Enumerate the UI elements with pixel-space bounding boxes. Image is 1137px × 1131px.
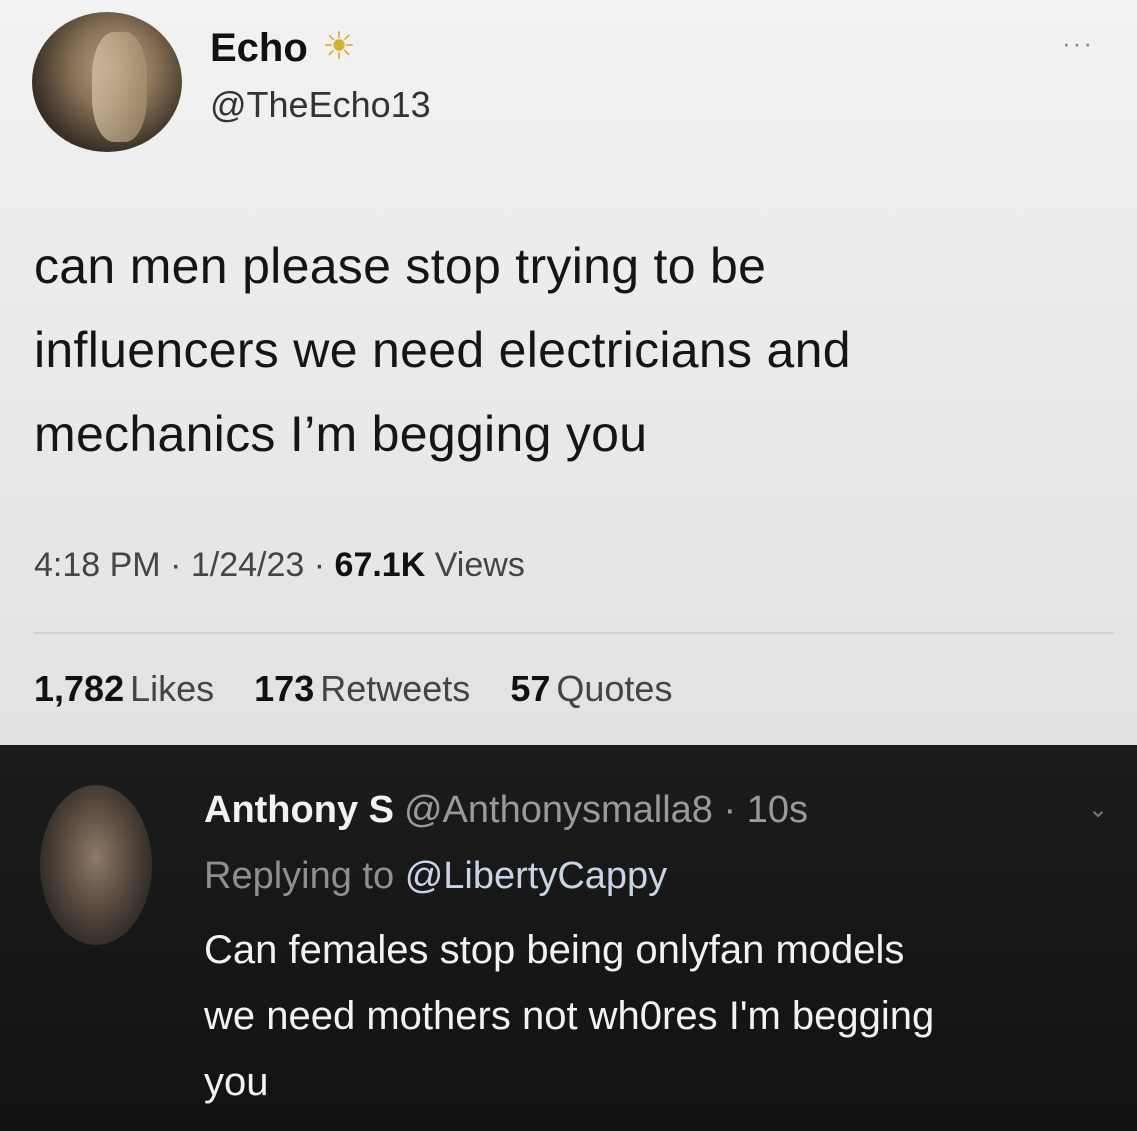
quotes-stat[interactable]: 57 Quotes xyxy=(510,668,672,709)
separator: · xyxy=(313,546,326,584)
tweet-time[interactable]: 4:18 PM xyxy=(34,546,161,584)
reply-user-handle[interactable]: @Anthonysmalla8 xyxy=(404,789,713,831)
reply-avatar[interactable] xyxy=(40,785,152,945)
more-options-icon[interactable]: ··· xyxy=(1062,28,1094,59)
tweet-text: can men please stop trying to be influen… xyxy=(34,224,1104,476)
reply-display-name[interactable]: Anthony S xyxy=(204,789,394,831)
sun-icon: ☀ xyxy=(322,26,357,68)
separator: · xyxy=(170,546,182,584)
reply-text-line: we need mothers not wh0res I'm begging xyxy=(204,994,935,1038)
display-name[interactable]: Echo xyxy=(210,26,308,71)
retweets-stat[interactable]: 173 Retweets xyxy=(254,668,480,709)
original-tweet: Echo ☀ @TheEcho13 ··· can men please sto… xyxy=(0,0,1137,745)
quotes-count: 57 xyxy=(510,668,551,709)
replying-prefix: Replying to xyxy=(204,855,395,897)
retweets-count: 173 xyxy=(254,668,315,709)
divider xyxy=(34,632,1114,634)
reply-header: Anthony S @Anthonysmalla8 · 10s xyxy=(204,789,808,832)
retweets-label: Retweets xyxy=(320,668,471,709)
chevron-down-icon[interactable]: ⌄ xyxy=(1088,795,1108,824)
reply-text: Can females stop being onlyfan models we… xyxy=(204,917,1104,1115)
reply-text-line: you xyxy=(204,1060,269,1104)
likes-stat[interactable]: 1,782 Likes xyxy=(34,668,224,709)
replying-to: Replying to @LibertyCappy xyxy=(204,855,667,898)
replying-mention[interactable]: @LibertyCappy xyxy=(405,855,667,897)
tweet-text-line: mechanics I’m begging you xyxy=(34,406,648,462)
views-count: 67.1K xyxy=(334,546,426,584)
likes-label: Likes xyxy=(130,668,215,709)
user-handle[interactable]: @TheEcho13 xyxy=(210,84,431,126)
reply-age: 10s xyxy=(746,789,809,831)
quotes-label: Quotes xyxy=(556,668,673,709)
likes-count: 1,782 xyxy=(34,668,125,709)
avatar[interactable] xyxy=(32,12,182,152)
tweet-text-line: influencers we need electricians and xyxy=(34,322,851,378)
tweet-text-line: can men please stop trying to be xyxy=(34,238,767,294)
separator: · xyxy=(723,789,737,831)
tweet-meta: 4:18 PM · 1/24/23 · 67.1K Views xyxy=(34,546,525,585)
views-label: Views xyxy=(434,546,525,584)
reply-text-line: Can females stop being onlyfan models xyxy=(204,928,905,972)
tweet-date[interactable]: 1/24/23 xyxy=(191,546,304,584)
reply-tweet: Anthony S @Anthonysmalla8 · 10s ⌄ Replyin… xyxy=(0,745,1137,1131)
tweet-stats: 1,782 Likes 173 Retweets 57 Quotes xyxy=(34,668,702,710)
